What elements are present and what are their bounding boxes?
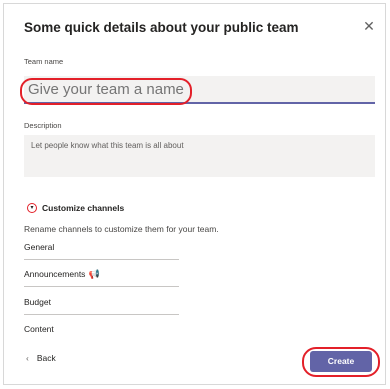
channel-name: General	[24, 242, 55, 252]
channel-announcements-field[interactable]: Announcements 📢	[24, 269, 179, 287]
channel-name: Announcements	[24, 269, 86, 279]
dialog-title: Some quick details about your public tea…	[24, 20, 299, 35]
create-button[interactable]: Create	[310, 351, 372, 372]
back-label: Back	[36, 353, 56, 363]
team-name-input[interactable]	[24, 76, 375, 104]
channel-general-field[interactable]: General	[24, 242, 179, 260]
back-button[interactable]: ‹ Back	[26, 353, 56, 363]
channel-budget-field[interactable]: Budget	[24, 297, 179, 315]
channel-name: Content	[24, 324, 54, 334]
customize-channels-title[interactable]: Customize channels	[42, 203, 124, 213]
description-label: Description	[24, 121, 62, 130]
channel-content-field[interactable]: Content	[24, 324, 179, 342]
chevron-left-icon: ‹	[26, 353, 29, 363]
chevron-down-icon[interactable]: ▾	[27, 203, 37, 213]
channel-name: Budget	[24, 297, 51, 307]
megaphone-icon: 📢	[88, 269, 100, 279]
description-input[interactable]: Let people know what this team is all ab…	[24, 135, 375, 177]
close-icon[interactable]: ✕	[361, 18, 377, 34]
team-name-label: Team name	[24, 57, 64, 66]
customize-channels-subtitle: Rename channels to customize them for yo…	[24, 224, 219, 234]
dialog: Some quick details about your public tea…	[3, 3, 386, 385]
